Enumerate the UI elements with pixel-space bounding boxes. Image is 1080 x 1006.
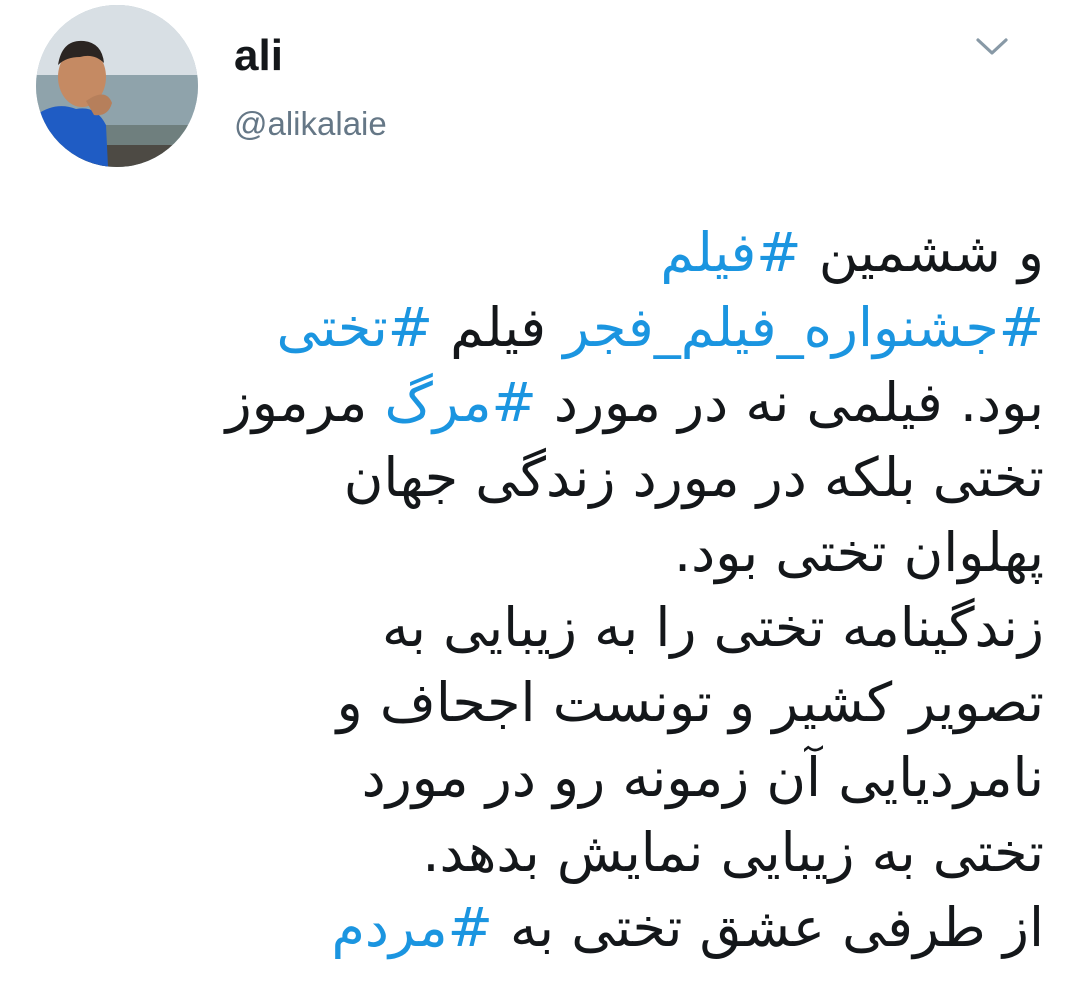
display-name[interactable]: ali (234, 28, 387, 84)
hashtag-link[interactable]: #مرگ (384, 371, 536, 434)
tweet-line: #جشنواره_فیلم_فجر فیلم #تختی (40, 290, 1044, 365)
tweet-text-segment: تختی بلکه در مورد زندگی جهان (343, 446, 1044, 509)
tweet-line: تصویر کشیر و تونست اجحاف و (40, 665, 1044, 740)
tweet-line: تختی به زیبایی نمایش بدهد. (40, 815, 1044, 890)
hashtag-link[interactable]: #فیلم (660, 221, 801, 284)
tweet-line: تختی بلکه در مورد زندگی جهان (40, 440, 1044, 515)
tweet-text-segment: نامردیایی آن زمونه رو در مورد (361, 746, 1044, 809)
hashtag-link[interactable]: #جشنواره_فیلم_فجر (563, 296, 1044, 359)
user-names: ali @alikalaie (234, 28, 387, 146)
hashtag-link[interactable]: #تختی (277, 296, 433, 359)
tweet-line: پهلوان تختی بود. (40, 515, 1044, 590)
tweet-line: بود. فیلمی نه در مورد #مرگ مرموز (40, 365, 1044, 440)
avatar[interactable] (36, 5, 198, 167)
tweet-header: ali @alikalaie (0, 0, 1080, 190)
tweet-line: از طرفی عشق تختی به #مردم (40, 890, 1044, 965)
tweet-text-segment: تصویر کشیر و تونست اجحاف و (336, 671, 1044, 734)
chevron-down-icon (976, 38, 1008, 55)
tweet-text-segment: بود. فیلمی نه در مورد (536, 371, 1044, 434)
tweet-text-segment: پهلوان تختی بود. (673, 521, 1044, 584)
tweet-text-segment: فیلم (432, 296, 564, 359)
tweet-line: و ششمین #فیلم (40, 215, 1044, 290)
tweet-text: و ششمین #فیلم #جشنواره_فیلم_فجر فیلم #تخت… (40, 215, 1044, 965)
tweet-line: زندگینامه تختی را به زیبایی به (40, 590, 1044, 665)
tweet-text-segment: و ششمین (801, 221, 1044, 284)
tweet-line: نامردیایی آن زمونه رو در مورد (40, 740, 1044, 815)
tweet-text-segment: زندگینامه تختی را به زیبایی به (381, 596, 1044, 659)
user-handle[interactable]: @alikalaie (234, 102, 387, 146)
hashtag-link[interactable]: #مردم (331, 896, 492, 959)
tweet-text-segment: از طرفی عشق تختی به (492, 896, 1044, 959)
tweet-text-segment: تختی به زیبایی نمایش بدهد. (422, 821, 1044, 884)
tweet-text-segment: مرموز (225, 371, 385, 434)
avatar-photo (36, 5, 198, 167)
tweet-menu-button[interactable] (972, 30, 1012, 64)
